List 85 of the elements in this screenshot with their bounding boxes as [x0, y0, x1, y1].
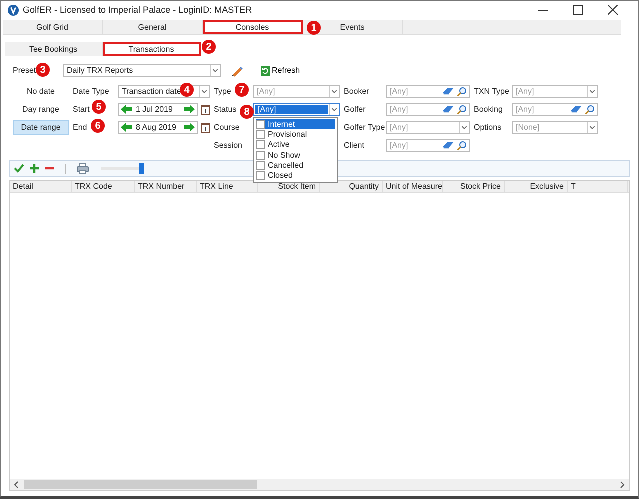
- filter-label: Type: [214, 87, 232, 96]
- search-icon[interactable]: [457, 86, 467, 96]
- filter-label: Course: [214, 123, 240, 132]
- filter-label: Session: [214, 141, 242, 150]
- date-picker[interactable]: 1 Jul 2019: [118, 103, 198, 116]
- filter-label: End: [73, 123, 88, 132]
- status-option[interactable]: Cancelled: [256, 160, 335, 170]
- filter-label: Options: [474, 123, 502, 132]
- checkbox[interactable]: [256, 150, 265, 160]
- filter-label: Date Type: [73, 87, 110, 96]
- filter-label: Golfer: [344, 105, 366, 114]
- column-header[interactable]: T: [568, 181, 628, 192]
- column-header[interactable]: Quantity: [320, 181, 383, 192]
- column-header[interactable]: TRX Code: [72, 181, 135, 192]
- status-option[interactable]: Internet: [256, 119, 335, 130]
- eraser-icon[interactable]: [443, 141, 455, 150]
- plus-icon[interactable]: [30, 164, 39, 173]
- column-header[interactable]: Unit of Measure: [383, 181, 443, 192]
- search-icon[interactable]: [457, 104, 467, 114]
- preset-dropdown[interactable]: Daily TRX Reports: [63, 64, 221, 77]
- filter-label: Status: [214, 105, 237, 114]
- checkbox[interactable]: [256, 160, 265, 170]
- column-header[interactable]: Exclusive: [505, 181, 568, 192]
- callout-number: 7: [235, 83, 249, 97]
- checkbox[interactable]: [256, 130, 265, 139]
- dropdown-arrow-icon[interactable]: [199, 86, 209, 97]
- date-mode-button[interactable]: Day range: [13, 102, 69, 117]
- eraser-icon[interactable]: [443, 105, 455, 114]
- refresh-button[interactable]: Refresh: [261, 66, 300, 76]
- calendar-icon[interactable]: [201, 104, 210, 115]
- previous-arrow-icon[interactable]: [121, 105, 132, 114]
- dropdown-arrow-icon[interactable]: [210, 65, 220, 76]
- search-icon[interactable]: [585, 104, 595, 114]
- close-icon[interactable]: [608, 5, 618, 15]
- window-title: GolfER - Licensed to Imperial Palace - LoginID: MASTER: [23, 5, 252, 15]
- date-picker[interactable]: 8 Aug 2019: [118, 121, 198, 134]
- checkmark-icon[interactable]: [14, 164, 24, 173]
- eraser-icon[interactable]: [571, 105, 583, 114]
- status-option[interactable]: Active: [256, 140, 335, 150]
- checkbox[interactable]: [256, 140, 265, 150]
- refresh-icon: [261, 66, 270, 76]
- column-header[interactable]: Stock Price: [443, 181, 505, 192]
- search-icon[interactable]: [457, 140, 467, 150]
- callout-number: 6: [91, 119, 105, 133]
- next-arrow-icon[interactable]: [184, 123, 195, 132]
- date-mode-button[interactable]: Date range: [13, 120, 69, 135]
- pencil-icon[interactable]: [231, 64, 243, 76]
- zoom-slider[interactable]: [101, 163, 144, 174]
- eraser-icon[interactable]: [443, 87, 455, 96]
- filter-label: Booker: [344, 87, 370, 96]
- previous-arrow-icon[interactable]: [121, 123, 132, 132]
- callout-number: 5: [92, 100, 106, 114]
- scroll-right-icon[interactable]: [618, 480, 626, 488]
- filter-label: Booking: [474, 105, 503, 114]
- horizontal-scrollbar[interactable]: [10, 479, 629, 490]
- checkbox[interactable]: [256, 120, 265, 129]
- main-tab[interactable]: Consoles: [203, 20, 303, 34]
- filter-label: Start: [73, 105, 90, 114]
- column-header[interactable]: TRX Line: [197, 181, 258, 192]
- callout-number: 3: [36, 63, 50, 77]
- callout-number: 4: [180, 83, 194, 97]
- scroll-left-icon[interactable]: [13, 480, 21, 488]
- next-arrow-icon[interactable]: [184, 105, 195, 114]
- column-header[interactable]: Stock Item: [258, 181, 320, 192]
- maximize-icon[interactable]: [573, 5, 583, 15]
- filter-label: TXN Type: [474, 87, 510, 96]
- slider-thumb[interactable]: [139, 163, 144, 174]
- callout-number: 2: [202, 40, 216, 54]
- filter-dropdown[interactable]: [Any]: [253, 103, 340, 116]
- sub-tab[interactable]: Transactions: [103, 42, 201, 56]
- status-option[interactable]: Closed: [256, 170, 335, 181]
- calendar-icon[interactable]: [201, 122, 210, 133]
- dropdown-arrow-icon[interactable]: [329, 104, 339, 115]
- printer-icon[interactable]: [77, 163, 89, 174]
- column-header[interactable]: Detail: [10, 181, 72, 192]
- status-option[interactable]: Provisional: [256, 129, 335, 140]
- checkbox[interactable]: [256, 171, 265, 180]
- filter-label: Client: [344, 141, 364, 150]
- preset-label: Preset: [13, 66, 36, 75]
- callout-number: 8: [240, 105, 254, 119]
- date-mode-button[interactable]: No date: [13, 84, 69, 99]
- filter-label: Golfer Type: [344, 123, 386, 132]
- app-logo-icon: [8, 4, 19, 16]
- status-option[interactable]: No Show: [256, 150, 335, 160]
- column-header[interactable]: TRX Number: [135, 181, 197, 192]
